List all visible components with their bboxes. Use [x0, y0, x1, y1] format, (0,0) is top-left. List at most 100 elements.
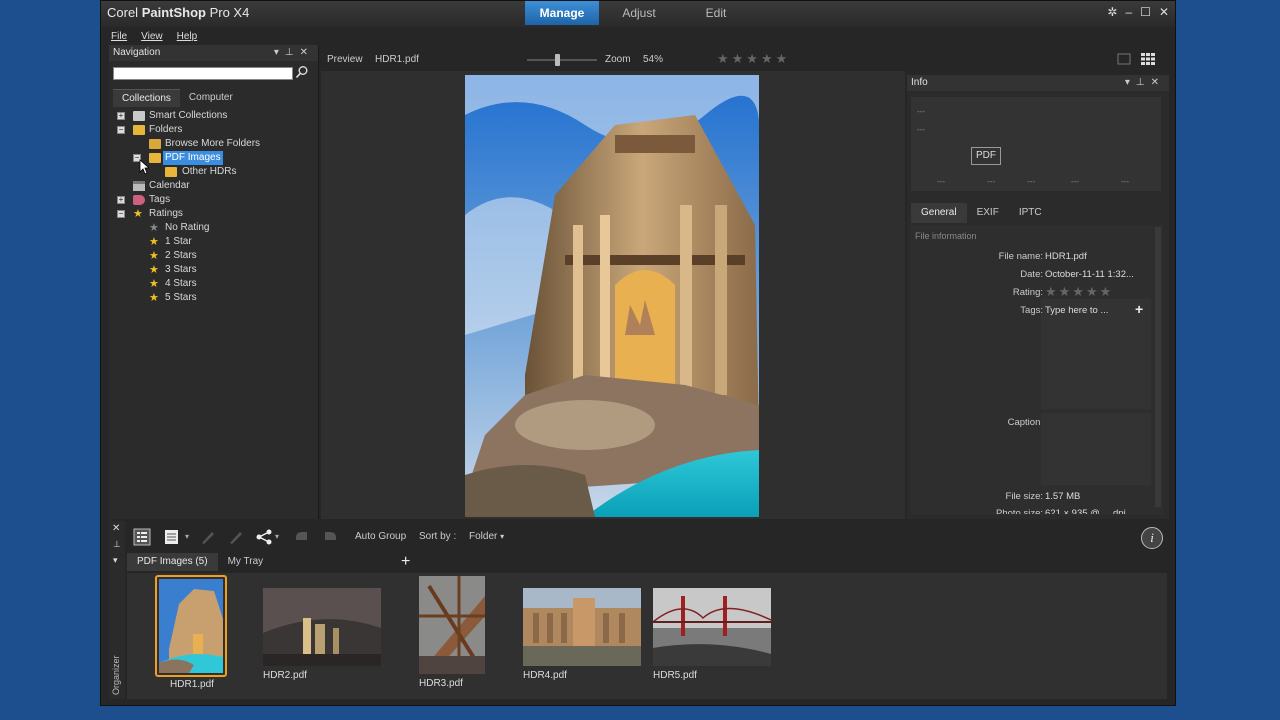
- minimize-icon[interactable]: –: [1125, 5, 1132, 19]
- panel-close-icon[interactable]: ✕: [1151, 77, 1165, 88]
- navigation-header: Navigation ▾⊥✕: [109, 45, 318, 61]
- tree-item-folders[interactable]: − Folders: [117, 123, 317, 137]
- details-view-icon[interactable]: [163, 528, 181, 546]
- title-bar: Corel PaintShop Pro X4 Manage Adjust Edi…: [101, 1, 1175, 27]
- tree-item-ratings[interactable]: − ★ Ratings: [117, 207, 317, 221]
- menu-file[interactable]: File: [111, 31, 127, 42]
- info-toggle-icon[interactable]: i: [1141, 527, 1163, 549]
- folder-tree: + Smart Collections − Folders Browse Mor…: [117, 109, 317, 305]
- share-icon[interactable]: [255, 528, 273, 546]
- chevron-down-icon: ▾: [500, 532, 505, 541]
- tab-computer[interactable]: Computer: [180, 89, 242, 107]
- add-tray-icon[interactable]: +: [401, 553, 410, 571]
- settings-gear-icon[interactable]: ✲: [1107, 5, 1117, 19]
- tree-item-calendar[interactable]: Calendar: [117, 179, 317, 193]
- tab-exif[interactable]: EXIF: [967, 203, 1009, 223]
- tree-item-label: 1 Star: [165, 236, 192, 247]
- photo-size-label: Photo size:: [996, 508, 1043, 514]
- chevron-down-icon[interactable]: ▾: [185, 532, 189, 541]
- tab-edit[interactable]: Edit: [679, 1, 753, 25]
- rotate-left-icon[interactable]: [293, 528, 311, 546]
- app-title: Corel PaintShop Pro X4: [107, 5, 249, 20]
- tree-item-smart-collections[interactable]: + Smart Collections: [117, 109, 317, 123]
- panel-close-icon[interactable]: ✕: [300, 47, 314, 58]
- tags-input[interactable]: Type here to ...: [1045, 305, 1108, 316]
- add-tag-icon[interactable]: +: [1135, 301, 1143, 317]
- collapse-icon[interactable]: −: [117, 126, 125, 134]
- grid-view-icon[interactable]: [1141, 53, 1155, 65]
- file-name-label: File name:: [998, 251, 1043, 262]
- pin-icon[interactable]: ⊥: [1136, 77, 1151, 88]
- folder-icon: [149, 153, 161, 163]
- tab-pdf-images[interactable]: PDF Images (5): [127, 553, 218, 571]
- edit-pencil-icon[interactable]: [199, 528, 217, 546]
- rating-stars[interactable]: ★★★★★: [1045, 284, 1113, 300]
- thumbnail-item[interactable]: HDR3.pdf: [419, 576, 485, 692]
- tree-item-3-stars[interactable]: ★ 3 Stars: [117, 263, 317, 277]
- info-thumbnail-area: --- --- PDF --- --- --- --- ---: [911, 97, 1161, 191]
- tab-iptc[interactable]: IPTC: [1009, 203, 1052, 223]
- tag-icon: [133, 195, 145, 205]
- tree-item-tags[interactable]: + Tags: [117, 193, 317, 207]
- general-info: File information File name: HDR1.pdf Dat…: [911, 225, 1163, 515]
- pin-icon[interactable]: ⊥: [285, 47, 300, 58]
- tree-item-2-stars[interactable]: ★ 2 Stars: [117, 249, 317, 263]
- menu-view[interactable]: View: [141, 31, 163, 42]
- tab-manage[interactable]: Manage: [525, 1, 599, 25]
- rotate-right-icon[interactable]: [321, 528, 339, 546]
- single-view-icon[interactable]: [1117, 53, 1131, 65]
- tab-my-tray[interactable]: My Tray: [218, 553, 274, 571]
- tree-item-label: Calendar: [149, 180, 190, 191]
- info-placeholder: ---: [1071, 177, 1079, 186]
- thumbnail-item[interactable]: HDR5.pdf: [653, 588, 771, 688]
- search-input[interactable]: [113, 67, 293, 80]
- tab-collections[interactable]: Collections: [113, 89, 180, 107]
- zoom-slider[interactable]: [527, 54, 597, 66]
- thumbnail-item[interactable]: HDR1.pdf: [155, 575, 229, 691]
- pin-icon[interactable]: ⊥: [113, 539, 121, 550]
- thumbnail-image: [159, 579, 223, 673]
- info-scrollbar[interactable]: [1155, 227, 1161, 507]
- expand-icon[interactable]: +: [117, 196, 125, 204]
- tree-item-browse-more-folders[interactable]: Browse More Folders: [117, 137, 317, 151]
- thumbnail-item[interactable]: HDR2.pdf: [263, 588, 381, 688]
- retouch-pencil-icon[interactable]: [227, 528, 245, 546]
- info-panel: Info ▾⊥✕ --- --- PDF --- --- --- --- ---…: [907, 75, 1169, 519]
- rating-stars[interactable]: ★★★★★: [717, 51, 790, 67]
- sort-by-dropdown[interactable]: Folder ▾: [469, 527, 504, 547]
- info-placeholder: ---: [917, 107, 925, 116]
- close-icon[interactable]: ✕: [1159, 5, 1169, 19]
- chevron-down-icon[interactable]: ▾: [275, 532, 279, 541]
- zoom-slider-handle[interactable]: [555, 54, 560, 66]
- info-header: Info ▾⊥✕: [907, 75, 1169, 91]
- section-title: File information: [915, 231, 977, 241]
- collapse-icon[interactable]: −: [117, 210, 125, 218]
- tree-item-4-stars[interactable]: ★ 4 Stars: [117, 277, 317, 291]
- tab-general[interactable]: General: [911, 203, 967, 223]
- maximize-icon[interactable]: ☐: [1140, 5, 1151, 19]
- smart-collection-icon: [133, 111, 145, 121]
- tree-item-1-star[interactable]: ★ 1 Star: [117, 235, 317, 249]
- panel-menu-icon[interactable]: ▾: [274, 47, 285, 58]
- thumbnail-item[interactable]: HDR4.pdf: [523, 588, 641, 688]
- organizer-sidebar: ✕ ⊥ ▾ Organizer: [109, 521, 125, 699]
- folder-icon: [133, 125, 145, 135]
- caption-box[interactable]: [1041, 413, 1151, 485]
- expand-icon[interactable]: +: [117, 112, 125, 120]
- menu-help[interactable]: Help: [177, 31, 198, 42]
- panel-menu-icon[interactable]: ▾: [113, 555, 118, 566]
- auto-group-button[interactable]: Auto Group: [355, 527, 406, 547]
- thumbnail-label: HDR1.pdf: [170, 679, 214, 690]
- rating-label: Rating:: [1012, 287, 1043, 298]
- tab-adjust[interactable]: Adjust: [599, 1, 679, 25]
- panel-menu-icon[interactable]: ▾: [1125, 77, 1136, 88]
- thumbnail-view-icon[interactable]: [133, 528, 151, 546]
- file-size-value: 1.57 MB: [1045, 491, 1081, 502]
- search-icon[interactable]: [295, 65, 309, 79]
- tree-item-no-rating[interactable]: ★ No Rating: [117, 221, 317, 235]
- info-placeholder: ---: [987, 177, 995, 186]
- navigation-title: Navigation: [113, 47, 161, 58]
- organizer-close-icon[interactable]: ✕: [112, 523, 120, 534]
- sort-by-label: Sort by :: [419, 531, 457, 542]
- tree-item-5-stars[interactable]: ★ 5 Stars: [117, 291, 317, 305]
